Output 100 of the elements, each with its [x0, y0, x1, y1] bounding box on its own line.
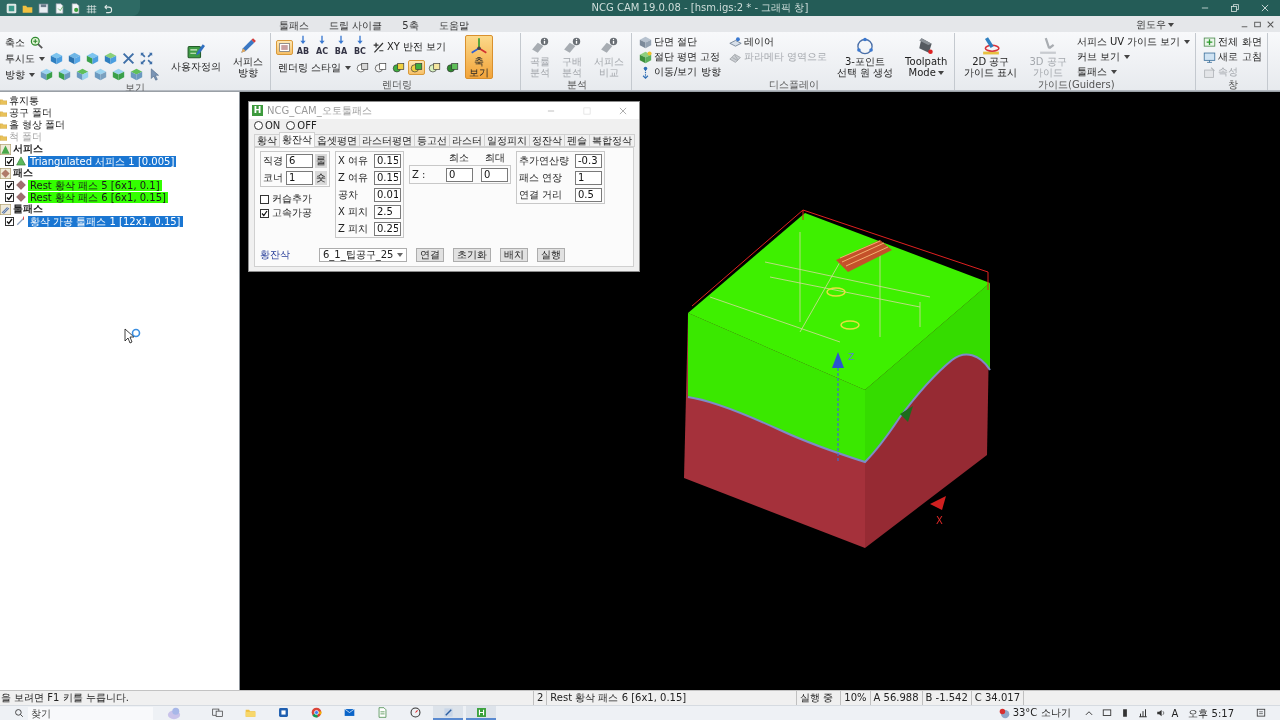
ribbon-button[interactable]: 2D 공구 가이드 표시	[960, 35, 1022, 79]
ribbon-dropdown[interactable]: 투시도	[3, 51, 47, 66]
radio-option[interactable]: OFF	[286, 119, 317, 132]
restore-button[interactable]	[1252, 19, 1263, 30]
toolbar-button[interactable]	[102, 51, 119, 66]
input-field[interactable]: 0.5	[575, 187, 602, 202]
ribbon-button[interactable]: BA	[332, 35, 350, 59]
dialog-tab[interactable]: 황잔삭	[279, 132, 315, 147]
dialog-tab[interactable]: 정잔삭	[529, 134, 565, 147]
search-field[interactable]: 찾기	[28, 706, 153, 720]
input-field[interactable]: 1	[286, 170, 313, 185]
ribbon-dropdown[interactable]: Toolpath Mode	[901, 35, 952, 79]
tool-button[interactable]: 숏	[315, 170, 327, 185]
document-icon[interactable]	[70, 2, 81, 14]
tool-button[interactable]: 룰	[315, 153, 327, 168]
toolbar-button[interactable]	[84, 51, 101, 66]
dialog-tab[interactable]: 라스터	[449, 134, 485, 147]
checkbox-option[interactable]: 커습추가	[260, 192, 330, 206]
ribbon-button[interactable]: 레이어	[726, 35, 776, 49]
ribbon-button[interactable]: 축 보기	[465, 35, 494, 79]
input-field[interactable]: -0.3	[575, 153, 602, 168]
input-indicator[interactable]: A	[1171, 706, 1179, 720]
ribbon-dropdown[interactable]: 방향	[3, 67, 37, 82]
monitor-icon[interactable]	[1101, 708, 1112, 718]
dialog-button[interactable]: 배치	[500, 247, 528, 262]
toolbar-button[interactable]	[138, 51, 155, 66]
dialog-tab[interactable]: 일정피치	[484, 134, 530, 147]
dialog-button[interactable]: 연결	[416, 247, 444, 262]
toolbar-button[interactable]	[408, 60, 426, 75]
ribbon-dropdown[interactable]: 툴패스	[1074, 65, 1119, 79]
input-field[interactable]: 1	[575, 170, 602, 185]
app-logo-icon[interactable]	[6, 2, 17, 14]
ribbon-dropdown[interactable]: 서피스 UV 가이드 보기	[1074, 35, 1193, 49]
tree-item[interactable]: 홀 형상 폴더	[9, 119, 66, 131]
ribbon-button[interactable]: 전체 화면	[1201, 35, 1264, 49]
tree-item[interactable]: Triangulated 서피스 1 [0.005]	[28, 155, 177, 167]
dialog-tab[interactable]: 라스터평면	[359, 134, 415, 147]
ribbon-tab[interactable]: 도움말	[431, 17, 476, 32]
checkbox[interactable]	[5, 180, 14, 190]
toolbar-button[interactable]	[120, 51, 137, 66]
checkbox[interactable]	[5, 192, 14, 202]
tree-item[interactable]: 서피스	[13, 143, 43, 155]
window-menu[interactable]: 윈도우	[1133, 17, 1177, 32]
toolbar-button[interactable]	[66, 51, 83, 66]
tree-item[interactable]: Rest 황삭 패스 6 [6x1, 0.15]	[28, 191, 168, 203]
ribbon-button[interactable]: 서피스 방향	[229, 35, 267, 79]
toolbar-button[interactable]	[276, 39, 293, 55]
dialog-tab[interactable]: 복합정삭	[589, 134, 635, 147]
ribbon-button[interactable]: AC	[313, 35, 331, 59]
tree-item[interactable]: 황삭 가공 툴패스 1 [12x1, 0.15]	[28, 215, 183, 227]
ribbon-button[interactable]: 3-포인트 선택 원 생성	[832, 35, 898, 79]
dialog-tab[interactable]: 옵셋평면	[314, 134, 360, 147]
clock-text[interactable]: 오후 5:17	[1188, 706, 1234, 720]
taskbar-app[interactable]	[433, 706, 463, 720]
tree-item[interactable]: 공구 폴더	[9, 107, 53, 119]
weather-widget[interactable]: 33°C 소나기	[995, 706, 1074, 720]
dialog-tab[interactable]: 황삭	[254, 134, 280, 147]
ribbon-button[interactable]: BC	[351, 35, 369, 59]
save-icon[interactable]	[38, 2, 49, 14]
toolbar-button[interactable]	[28, 35, 45, 50]
ribbon-tab[interactable]: 5축	[395, 17, 426, 32]
ribbon-button[interactable]: AB	[294, 35, 312, 59]
ribbon-button[interactable]: 새로 고침	[1201, 50, 1264, 64]
tree-item[interactable]: 휴지통	[9, 95, 39, 107]
network-icon[interactable]	[1137, 708, 1148, 718]
checkbox[interactable]	[5, 216, 14, 226]
checkbox-option[interactable]: 고속가공	[260, 206, 330, 220]
taskbar-app[interactable]	[466, 706, 496, 720]
undo-icon[interactable]	[102, 2, 113, 14]
chevron-up-icon[interactable]	[1083, 708, 1094, 718]
input-field[interactable]: 0.15	[374, 170, 401, 185]
ribbon-button[interactable]: XY 반전 보기	[370, 40, 449, 54]
grid-icon[interactable]	[86, 2, 97, 14]
input-field[interactable]: 2.5	[374, 204, 401, 219]
ribbon-tab[interactable]: 드릴 사이클	[322, 17, 390, 32]
dialog-button[interactable]: 초기화	[453, 247, 491, 262]
input-field[interactable]: 0	[481, 167, 508, 182]
ribbon-button[interactable]: 축소	[3, 35, 27, 50]
toolbar-button[interactable]	[48, 51, 65, 66]
notification-icon[interactable]	[1256, 708, 1266, 718]
input-field[interactable]: 0	[446, 167, 473, 182]
ribbon-button[interactable]: 이동/보기 방향	[637, 65, 723, 79]
ribbon-button[interactable]: 절단 평면 고정	[637, 50, 723, 64]
radio-option[interactable]: ON	[254, 119, 281, 132]
dialog-button[interactable]: 실행	[537, 247, 565, 262]
dialog-tab[interactable]: 등고선	[414, 134, 450, 147]
dialog-tab[interactable]: 펜슬	[564, 134, 590, 147]
ribbon-tab[interactable]: 툴패스	[272, 17, 316, 32]
document-icon[interactable]	[54, 2, 65, 14]
tree-item[interactable]: Rest 황삭 패스 5 [6x1, 0.1]	[28, 179, 162, 191]
input-field[interactable]: 0.15	[374, 153, 401, 168]
tree-item[interactable]: 패스	[13, 167, 33, 179]
input-field[interactable]: 0.01	[374, 187, 401, 202]
tool-select[interactable]: 6_1_팁공구_25	[319, 247, 407, 262]
tree-item[interactable]: 툴패스	[13, 203, 43, 215]
ribbon-button[interactable]: 사용자정의	[167, 35, 225, 79]
ribbon-dropdown[interactable]: 커브 보기	[1074, 50, 1132, 64]
ribbon-button[interactable]: 단면 절단	[637, 35, 700, 49]
checkbox[interactable]	[5, 156, 14, 166]
ribbon-dropdown[interactable]: 렌더링 스타일	[276, 60, 354, 75]
